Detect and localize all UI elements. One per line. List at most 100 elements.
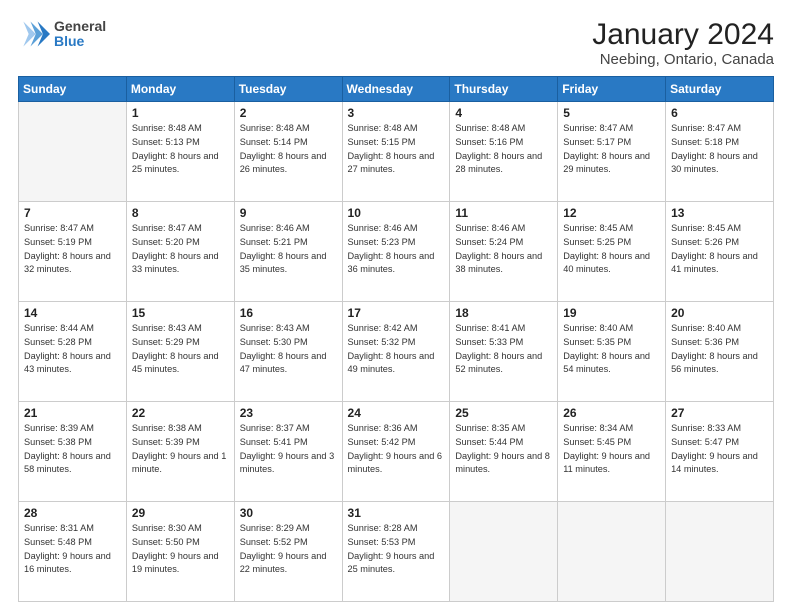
- day-info: Sunrise: 8:35 AMSunset: 5:44 PMDaylight:…: [455, 422, 552, 477]
- day-info: Sunrise: 8:45 AMSunset: 5:25 PMDaylight:…: [563, 222, 660, 277]
- day-of-week-header: Tuesday: [234, 77, 342, 102]
- day-info: Sunrise: 8:45 AMSunset: 5:26 PMDaylight:…: [671, 222, 768, 277]
- day-number: 18: [455, 306, 552, 320]
- calendar-title: January 2024: [592, 18, 774, 51]
- day-info: Sunrise: 8:48 AMSunset: 5:16 PMDaylight:…: [455, 122, 552, 177]
- calendar-table: SundayMondayTuesdayWednesdayThursdayFrid…: [18, 76, 774, 602]
- calendar-cell: 21 Sunrise: 8:39 AMSunset: 5:38 PMDaylig…: [19, 402, 127, 502]
- day-info: Sunrise: 8:48 AMSunset: 5:14 PMDaylight:…: [240, 122, 337, 177]
- calendar-cell: 29 Sunrise: 8:30 AMSunset: 5:50 PMDaylig…: [126, 502, 234, 602]
- day-number: 7: [24, 206, 121, 220]
- calendar-cell: 30 Sunrise: 8:29 AMSunset: 5:52 PMDaylig…: [234, 502, 342, 602]
- calendar-cell: [558, 502, 666, 602]
- day-info: Sunrise: 8:44 AMSunset: 5:28 PMDaylight:…: [24, 322, 121, 377]
- day-number: 4: [455, 106, 552, 120]
- calendar-cell: 27 Sunrise: 8:33 AMSunset: 5:47 PMDaylig…: [666, 402, 774, 502]
- calendar-cell: 7 Sunrise: 8:47 AMSunset: 5:19 PMDayligh…: [19, 202, 127, 302]
- day-info: Sunrise: 8:46 AMSunset: 5:21 PMDaylight:…: [240, 222, 337, 277]
- logo: General Blue: [18, 18, 106, 50]
- calendar-cell: 19 Sunrise: 8:40 AMSunset: 5:35 PMDaylig…: [558, 302, 666, 402]
- day-number: 31: [348, 506, 445, 520]
- day-number: 25: [455, 406, 552, 420]
- page: General Blue January 2024 Neebing, Ontar…: [0, 0, 792, 612]
- logo-line1: General: [54, 19, 106, 34]
- day-number: 15: [132, 306, 229, 320]
- day-number: 26: [563, 406, 660, 420]
- day-number: 27: [671, 406, 768, 420]
- day-number: 14: [24, 306, 121, 320]
- calendar-body: 1 Sunrise: 8:48 AMSunset: 5:13 PMDayligh…: [19, 102, 774, 602]
- calendar-cell: 6 Sunrise: 8:47 AMSunset: 5:18 PMDayligh…: [666, 102, 774, 202]
- calendar-cell: 23 Sunrise: 8:37 AMSunset: 5:41 PMDaylig…: [234, 402, 342, 502]
- day-info: Sunrise: 8:42 AMSunset: 5:32 PMDaylight:…: [348, 322, 445, 377]
- day-info: Sunrise: 8:30 AMSunset: 5:50 PMDaylight:…: [132, 522, 229, 577]
- day-info: Sunrise: 8:40 AMSunset: 5:36 PMDaylight:…: [671, 322, 768, 377]
- day-info: Sunrise: 8:29 AMSunset: 5:52 PMDaylight:…: [240, 522, 337, 577]
- calendar-week-row: 1 Sunrise: 8:48 AMSunset: 5:13 PMDayligh…: [19, 102, 774, 202]
- day-number: 20: [671, 306, 768, 320]
- day-info: Sunrise: 8:33 AMSunset: 5:47 PMDaylight:…: [671, 422, 768, 477]
- calendar-cell: 14 Sunrise: 8:44 AMSunset: 5:28 PMDaylig…: [19, 302, 127, 402]
- logo-icon: [18, 18, 50, 50]
- day-number: 19: [563, 306, 660, 320]
- days-of-week-row: SundayMondayTuesdayWednesdayThursdayFrid…: [19, 77, 774, 102]
- calendar-cell: 25 Sunrise: 8:35 AMSunset: 5:44 PMDaylig…: [450, 402, 558, 502]
- day-number: 12: [563, 206, 660, 220]
- day-number: 10: [348, 206, 445, 220]
- calendar-header: SundayMondayTuesdayWednesdayThursdayFrid…: [19, 77, 774, 102]
- calendar-cell: 28 Sunrise: 8:31 AMSunset: 5:48 PMDaylig…: [19, 502, 127, 602]
- calendar-cell: 24 Sunrise: 8:36 AMSunset: 5:42 PMDaylig…: [342, 402, 450, 502]
- day-number: 29: [132, 506, 229, 520]
- calendar-cell: 4 Sunrise: 8:48 AMSunset: 5:16 PMDayligh…: [450, 102, 558, 202]
- calendar-cell: 17 Sunrise: 8:42 AMSunset: 5:32 PMDaylig…: [342, 302, 450, 402]
- day-of-week-header: Monday: [126, 77, 234, 102]
- calendar-cell: 9 Sunrise: 8:46 AMSunset: 5:21 PMDayligh…: [234, 202, 342, 302]
- day-of-week-header: Friday: [558, 77, 666, 102]
- day-info: Sunrise: 8:47 AMSunset: 5:18 PMDaylight:…: [671, 122, 768, 177]
- day-number: 2: [240, 106, 337, 120]
- day-number: 24: [348, 406, 445, 420]
- day-number: 30: [240, 506, 337, 520]
- day-number: 9: [240, 206, 337, 220]
- day-info: Sunrise: 8:41 AMSunset: 5:33 PMDaylight:…: [455, 322, 552, 377]
- day-number: 11: [455, 206, 552, 220]
- calendar-week-row: 21 Sunrise: 8:39 AMSunset: 5:38 PMDaylig…: [19, 402, 774, 502]
- calendar-cell: 13 Sunrise: 8:45 AMSunset: 5:26 PMDaylig…: [666, 202, 774, 302]
- day-info: Sunrise: 8:43 AMSunset: 5:30 PMDaylight:…: [240, 322, 337, 377]
- day-info: Sunrise: 8:47 AMSunset: 5:19 PMDaylight:…: [24, 222, 121, 277]
- day-info: Sunrise: 8:38 AMSunset: 5:39 PMDaylight:…: [132, 422, 229, 477]
- calendar-week-row: 7 Sunrise: 8:47 AMSunset: 5:19 PMDayligh…: [19, 202, 774, 302]
- day-number: 22: [132, 406, 229, 420]
- calendar-cell: 26 Sunrise: 8:34 AMSunset: 5:45 PMDaylig…: [558, 402, 666, 502]
- day-of-week-header: Saturday: [666, 77, 774, 102]
- calendar-cell: 8 Sunrise: 8:47 AMSunset: 5:20 PMDayligh…: [126, 202, 234, 302]
- day-of-week-header: Thursday: [450, 77, 558, 102]
- calendar-cell: 20 Sunrise: 8:40 AMSunset: 5:36 PMDaylig…: [666, 302, 774, 402]
- day-info: Sunrise: 8:34 AMSunset: 5:45 PMDaylight:…: [563, 422, 660, 477]
- calendar-cell: 22 Sunrise: 8:38 AMSunset: 5:39 PMDaylig…: [126, 402, 234, 502]
- title-block: January 2024 Neebing, Ontario, Canada: [592, 18, 774, 68]
- day-info: Sunrise: 8:36 AMSunset: 5:42 PMDaylight:…: [348, 422, 445, 477]
- day-number: 8: [132, 206, 229, 220]
- calendar-cell: 1 Sunrise: 8:48 AMSunset: 5:13 PMDayligh…: [126, 102, 234, 202]
- calendar-cell: 12 Sunrise: 8:45 AMSunset: 5:25 PMDaylig…: [558, 202, 666, 302]
- day-info: Sunrise: 8:39 AMSunset: 5:38 PMDaylight:…: [24, 422, 121, 477]
- calendar-cell: 5 Sunrise: 8:47 AMSunset: 5:17 PMDayligh…: [558, 102, 666, 202]
- day-info: Sunrise: 8:31 AMSunset: 5:48 PMDaylight:…: [24, 522, 121, 577]
- calendar-cell: [450, 502, 558, 602]
- day-number: 3: [348, 106, 445, 120]
- day-info: Sunrise: 8:47 AMSunset: 5:17 PMDaylight:…: [563, 122, 660, 177]
- day-number: 28: [24, 506, 121, 520]
- day-info: Sunrise: 8:47 AMSunset: 5:20 PMDaylight:…: [132, 222, 229, 277]
- day-info: Sunrise: 8:48 AMSunset: 5:15 PMDaylight:…: [348, 122, 445, 177]
- day-info: Sunrise: 8:40 AMSunset: 5:35 PMDaylight:…: [563, 322, 660, 377]
- calendar-cell: [666, 502, 774, 602]
- calendar-week-row: 28 Sunrise: 8:31 AMSunset: 5:48 PMDaylig…: [19, 502, 774, 602]
- day-info: Sunrise: 8:28 AMSunset: 5:53 PMDaylight:…: [348, 522, 445, 577]
- calendar-cell: 11 Sunrise: 8:46 AMSunset: 5:24 PMDaylig…: [450, 202, 558, 302]
- calendar-cell: 16 Sunrise: 8:43 AMSunset: 5:30 PMDaylig…: [234, 302, 342, 402]
- calendar-cell: 10 Sunrise: 8:46 AMSunset: 5:23 PMDaylig…: [342, 202, 450, 302]
- day-number: 16: [240, 306, 337, 320]
- header: General Blue January 2024 Neebing, Ontar…: [18, 18, 774, 68]
- day-info: Sunrise: 8:46 AMSunset: 5:24 PMDaylight:…: [455, 222, 552, 277]
